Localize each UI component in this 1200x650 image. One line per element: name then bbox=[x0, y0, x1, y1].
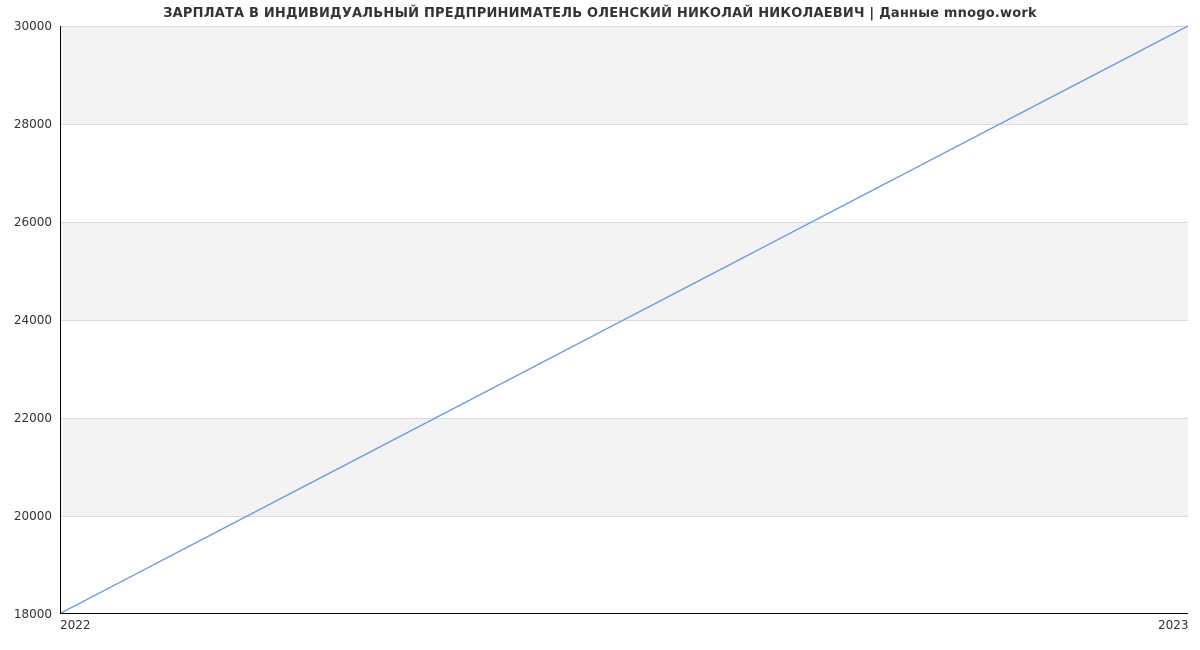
chart-title: ЗАРПЛАТА В ИНДИВИДУАЛЬНЫЙ ПРЕДПРИНИМАТЕЛ… bbox=[0, 6, 1200, 21]
x-tick-2022: 2022 bbox=[60, 618, 91, 632]
y-tick-26000: 26000 bbox=[0, 215, 60, 229]
series-salary bbox=[61, 26, 1188, 613]
y-tick-28000: 28000 bbox=[0, 117, 60, 131]
y-tick-18000: 18000 bbox=[0, 607, 60, 621]
plot-area bbox=[60, 26, 1188, 614]
y-tick-22000: 22000 bbox=[0, 411, 60, 425]
y-tick-20000: 20000 bbox=[0, 509, 60, 523]
line-layer bbox=[61, 26, 1188, 613]
x-tick-2023: 2023 bbox=[1158, 618, 1189, 632]
y-tick-24000: 24000 bbox=[0, 313, 60, 327]
y-tick-30000: 30000 bbox=[0, 19, 60, 33]
